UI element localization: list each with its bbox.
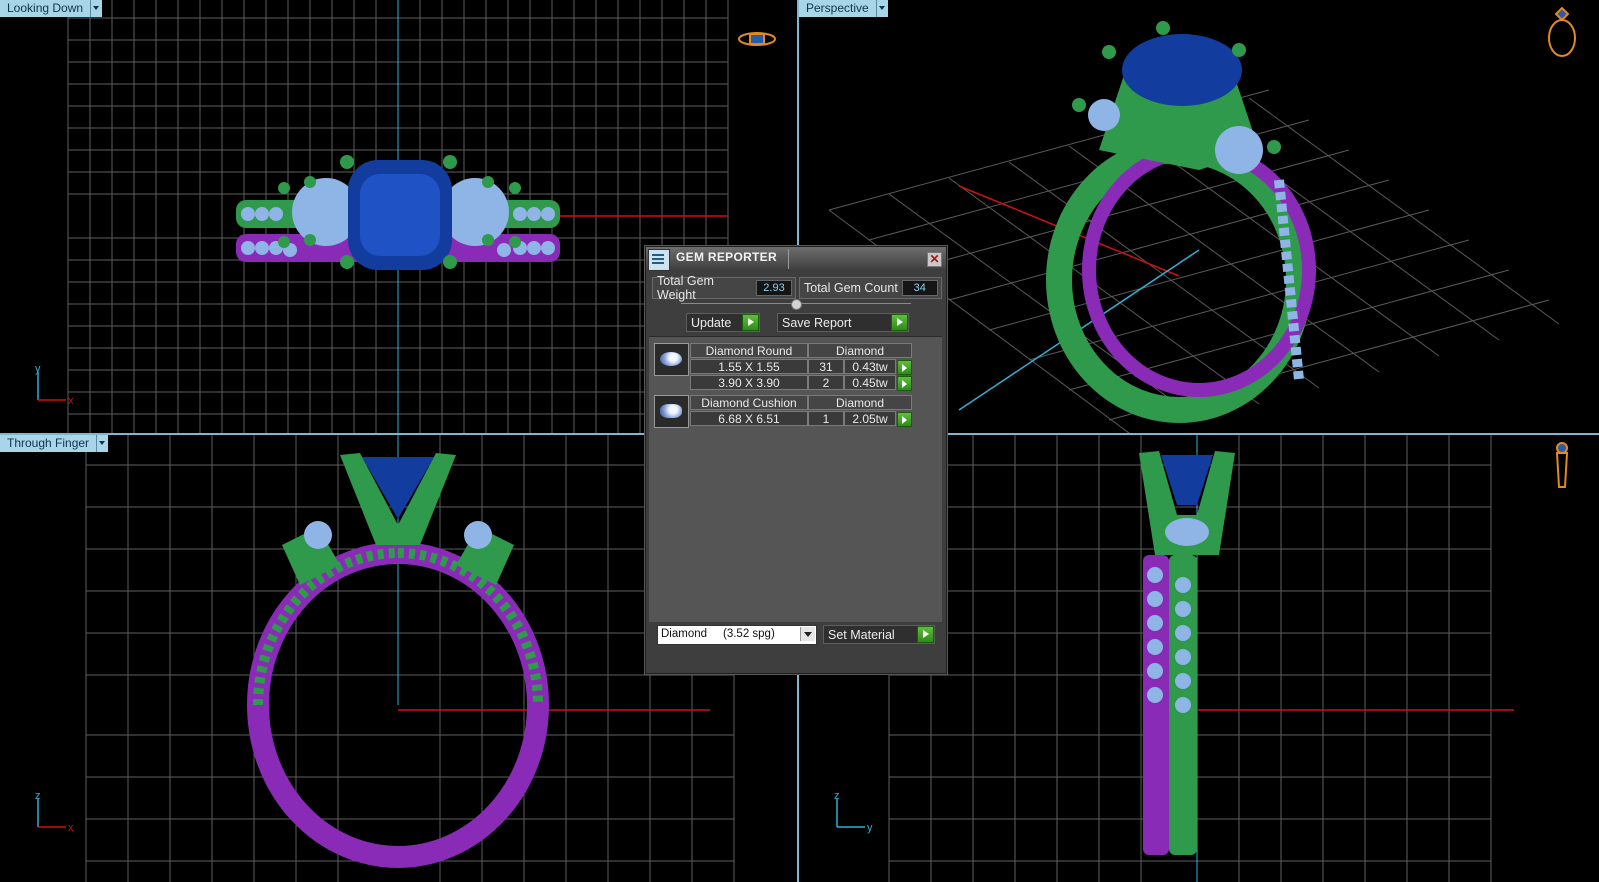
select-gem-arrow-icon[interactable] <box>897 412 912 427</box>
play-arrow-icon <box>917 626 934 643</box>
set-material-button[interactable]: Set Material <box>823 625 935 644</box>
total-gem-count-label: Total Gem Count <box>804 281 898 295</box>
play-arrow-icon <box>891 314 908 331</box>
title-divider <box>788 249 789 269</box>
ring-perspective <box>1046 21 1316 423</box>
gem-reporter-dialog: GEM REPORTER ✕ Total Gem Weight 2.93 Tot… <box>645 246 947 674</box>
axis-label-vertical: y <box>35 363 41 375</box>
gem-count: 1 <box>808 411 844 426</box>
total-gem-weight-value: 2.93 <box>756 280 792 296</box>
ring-side-view <box>1139 451 1235 855</box>
viewport-dropdown-icon[interactable] <box>875 0 888 17</box>
axis-label-vertical: z <box>834 790 840 802</box>
viewport-title: Through Finger <box>0 435 97 452</box>
material-select[interactable]: Diamond (3.52 spg) <box>657 625 817 645</box>
viewport-label-through-finger[interactable]: Through Finger <box>0 435 109 452</box>
axis-indicator <box>37 372 66 401</box>
gem-group-name: Diamond Cushion <box>690 395 808 410</box>
round-gem-icon <box>654 343 689 376</box>
viewport-label-looking-down[interactable]: Looking Down <box>0 0 103 17</box>
dialog-title: GEM REPORTER <box>676 250 777 264</box>
total-gem-count: Total Gem Count 34 <box>799 277 942 299</box>
save-report-button-label: Save Report <box>782 315 852 330</box>
select-gem-arrow-icon[interactable] <box>897 360 912 375</box>
gem-group[interactable]: Diamond Cushion Diamond 6.68 X 6.51 1 2.… <box>654 395 914 429</box>
axis-indicator <box>836 799 865 828</box>
axis-label-horizontal: x <box>68 822 74 834</box>
axis-label-horizontal: y <box>867 822 873 834</box>
viewport-dropdown-icon[interactable] <box>96 435 109 452</box>
gem-reporter-app-icon <box>648 249 670 271</box>
gem-group-material: Diamond <box>808 395 912 410</box>
orientation-gizmo-side <box>1555 442 1569 488</box>
material-select-value: Diamond (3.52 spg) <box>661 628 775 640</box>
dialog-title-bar[interactable]: GEM REPORTER ✕ <box>646 247 946 271</box>
viewport-title: Looking Down <box>0 0 91 17</box>
gem-weight: 2.05tw <box>844 411 896 426</box>
total-gem-weight: Total Gem Weight 2.93 <box>652 274 796 302</box>
gem-group-name: Diamond Round <box>690 343 808 358</box>
update-button[interactable]: Update <box>686 313 760 332</box>
gem-count: 31 <box>808 359 844 374</box>
total-gem-weight-label: Total Gem Weight <box>657 274 714 302</box>
close-icon[interactable]: ✕ <box>927 252 942 267</box>
play-arrow-icon <box>742 314 759 331</box>
axis-label-horizontal: x <box>68 395 74 407</box>
axis-label-vertical: z <box>35 790 41 802</box>
total-gem-count-value: 34 <box>901 280 938 296</box>
gem-list: Diamond Round Diamond 1.55 X 1.55 31 0.4… <box>649 336 942 622</box>
update-button-label: Update <box>691 315 732 330</box>
gem-weight: 0.43tw <box>844 359 896 374</box>
orientation-gizmo-ring <box>1548 6 1576 57</box>
gem-size: 1.55 X 1.55 <box>690 359 808 374</box>
viewport-dropdown-icon[interactable] <box>90 0 103 17</box>
cushion-gem-icon <box>654 395 689 428</box>
set-material-button-label: Set Material <box>828 627 895 642</box>
splitter-handle[interactable] <box>791 299 802 310</box>
gem-group[interactable]: Diamond Round Diamond 1.55 X 1.55 31 0.4… <box>654 343 914 391</box>
grid <box>85 435 735 882</box>
axis-indicator <box>37 799 66 828</box>
gem-group-material: Diamond <box>808 343 912 358</box>
gem-size: 3.90 X 3.90 <box>690 375 808 390</box>
orientation-gizmo-top <box>738 32 776 46</box>
gem-size: 6.68 X 6.51 <box>690 411 808 426</box>
save-report-button[interactable]: Save Report <box>777 313 909 332</box>
chevron-down-icon[interactable] <box>800 627 815 641</box>
gem-count: 2 <box>808 375 844 390</box>
select-gem-arrow-icon[interactable] <box>897 376 912 391</box>
gem-weight: 0.45tw <box>844 375 896 390</box>
viewport-label-perspective[interactable]: Perspective <box>799 0 888 17</box>
viewport-title: Perspective <box>799 0 876 17</box>
